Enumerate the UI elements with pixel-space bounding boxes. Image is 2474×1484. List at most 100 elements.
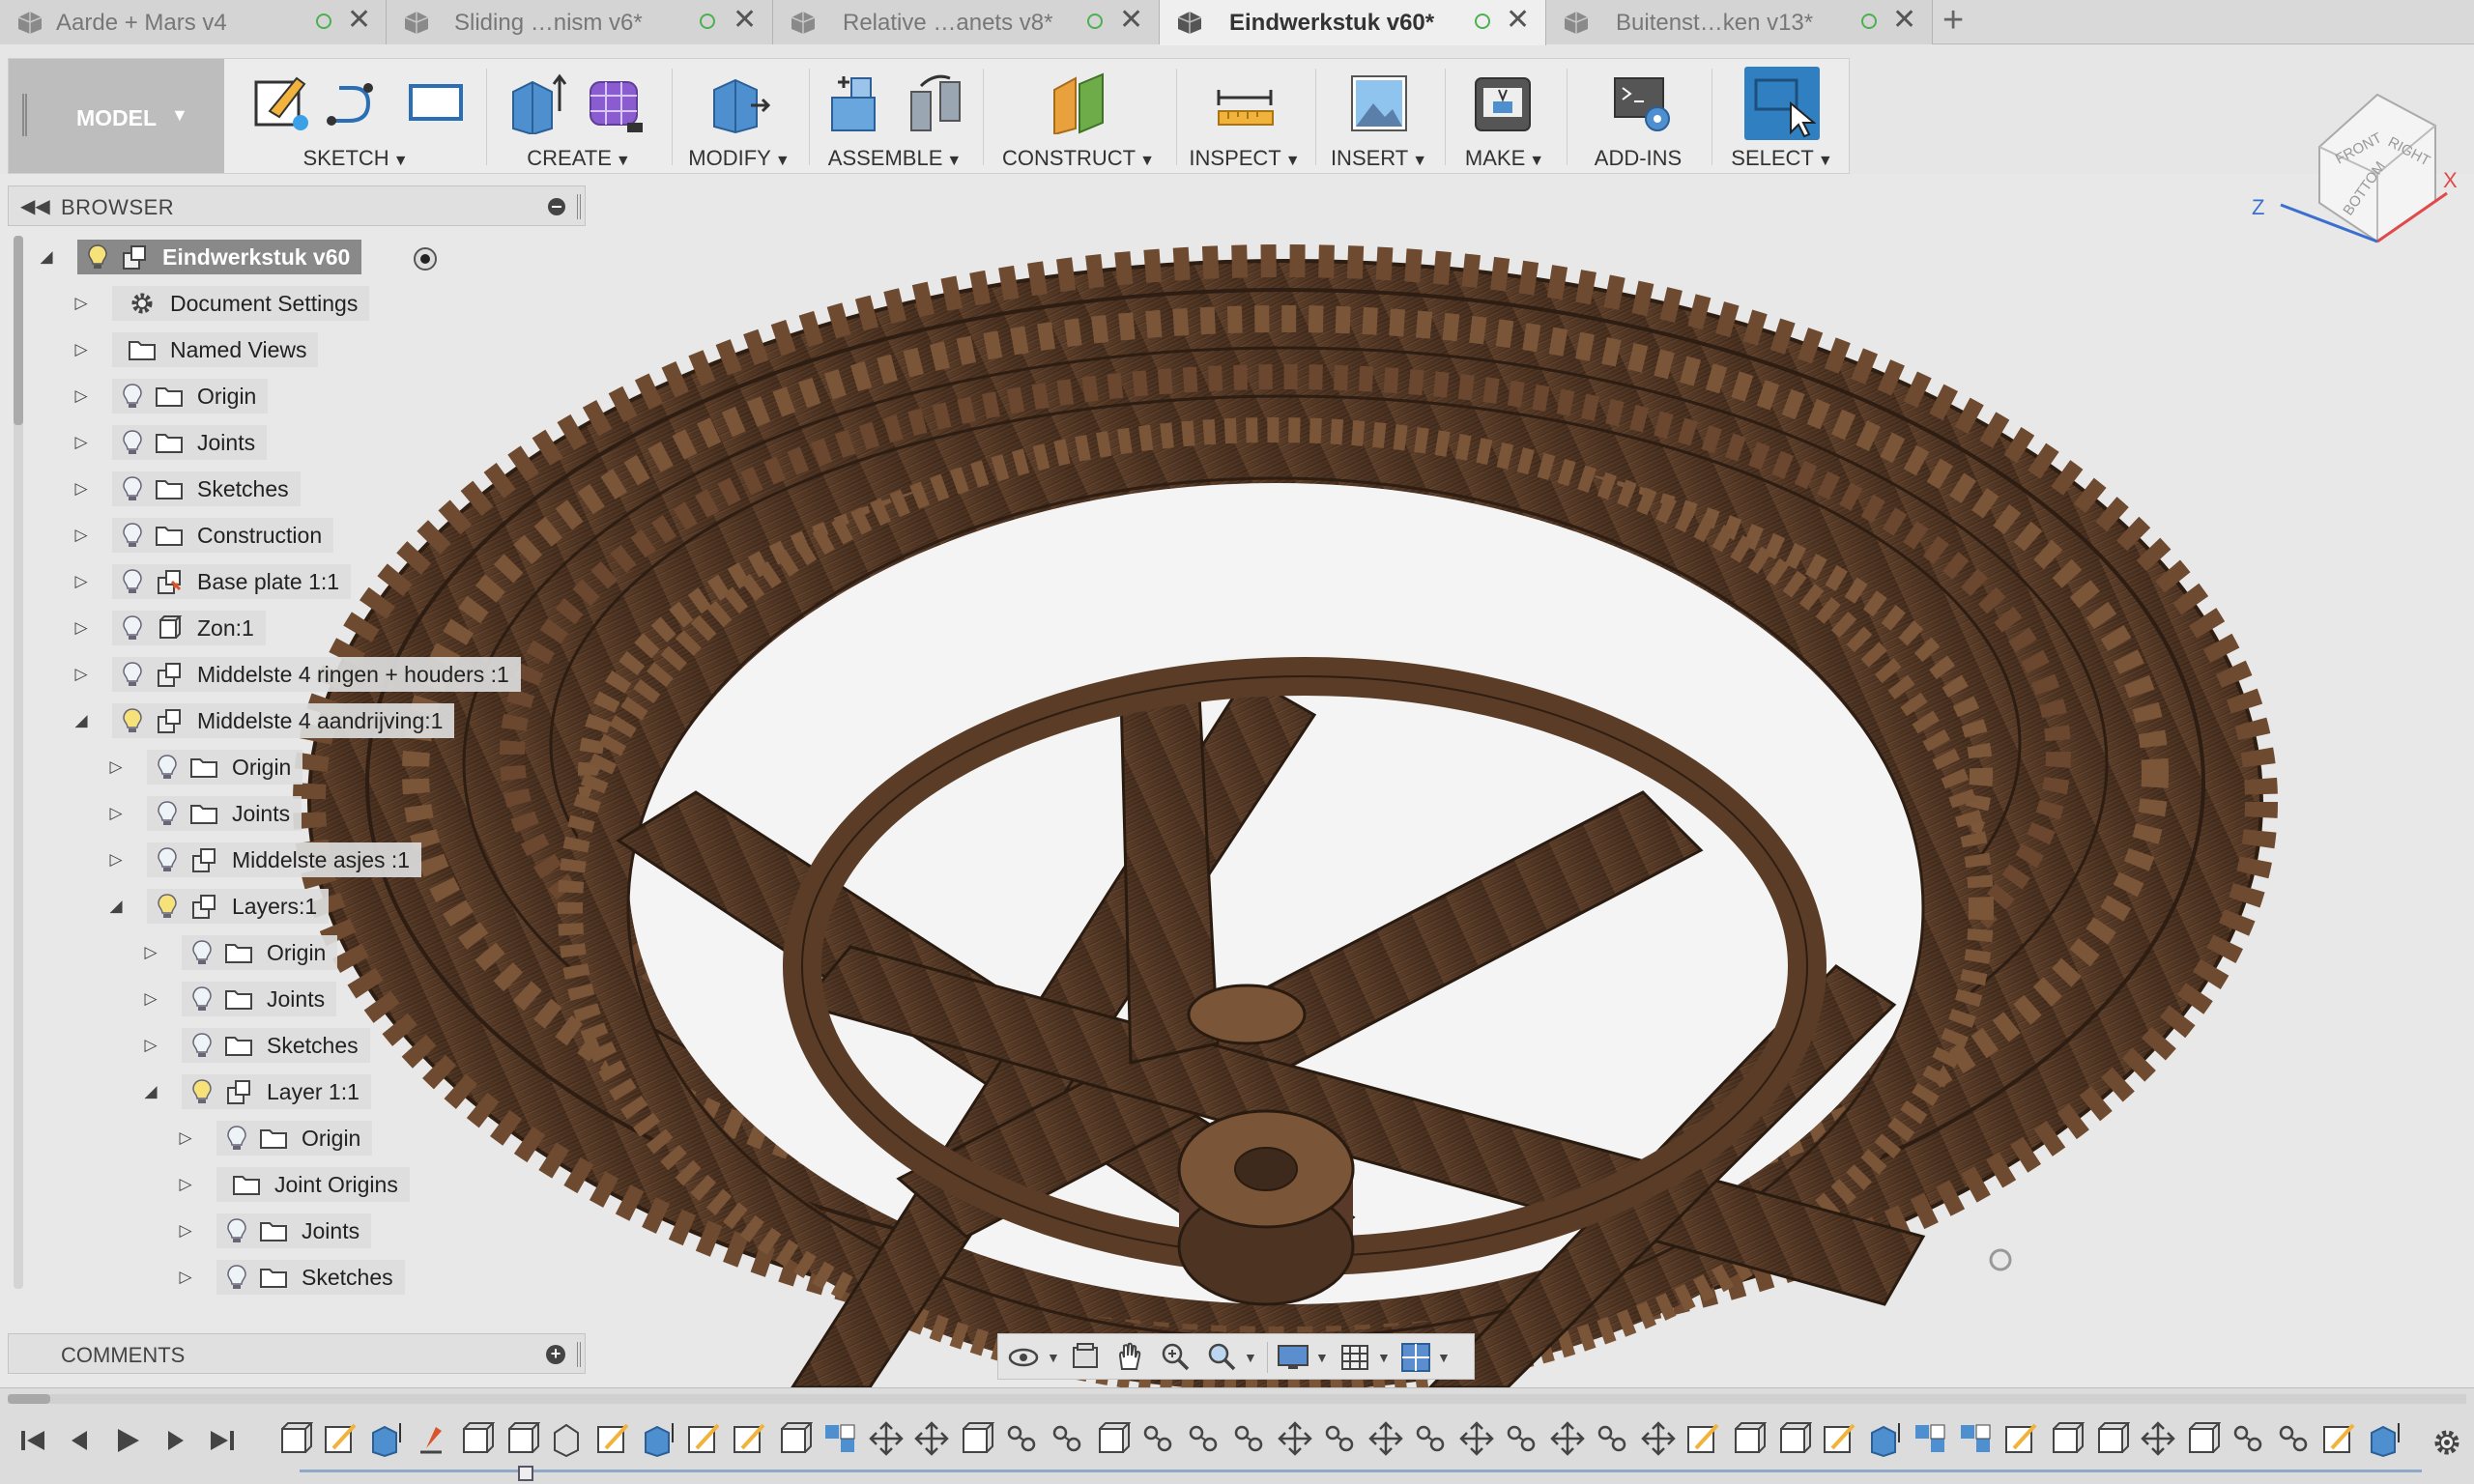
collapse-triangle-icon[interactable]: ◢ bbox=[106, 897, 126, 916]
look-at-icon[interactable] bbox=[1066, 1340, 1105, 1375]
tree-node-row[interactable]: Joints bbox=[147, 796, 302, 831]
new-component-icon[interactable] bbox=[828, 72, 890, 134]
expand-triangle-icon[interactable]: ▷ bbox=[72, 433, 91, 452]
tree-node[interactable]: ◢ Layer 1:1 bbox=[27, 1072, 607, 1111]
timeline-feature-joint-icon[interactable] bbox=[1003, 1419, 1040, 1458]
expand-triangle-icon[interactable]: ▷ bbox=[72, 665, 91, 684]
measure-icon[interactable] bbox=[1215, 72, 1277, 134]
expand-triangle-icon[interactable]: ▷ bbox=[106, 804, 126, 823]
scrollbar-thumb[interactable] bbox=[14, 236, 23, 425]
timeline-feature-joint-icon[interactable] bbox=[1230, 1419, 1267, 1458]
timeline-feature-move-icon[interactable] bbox=[1457, 1419, 1494, 1458]
visibility-bulb-icon[interactable] bbox=[122, 475, 143, 502]
tree-node[interactable]: ▷ Base plate 1:1 bbox=[27, 562, 607, 601]
timeline-feature-body-icon[interactable] bbox=[776, 1419, 813, 1458]
go-to-end-icon[interactable] bbox=[205, 1421, 240, 1460]
close-tab-icon[interactable]: ✕ bbox=[1506, 6, 1530, 35]
horizontal-scrollbar[interactable] bbox=[8, 1394, 2466, 1404]
tree-root-node[interactable]: ◢ Eindwerkstuk v60 bbox=[27, 238, 607, 276]
timeline-feature-pattern-icon[interactable] bbox=[1957, 1419, 1994, 1458]
display-settings-icon[interactable] bbox=[1275, 1340, 1313, 1375]
fit-zoom-icon[interactable] bbox=[1203, 1340, 1242, 1375]
visibility-bulb-icon[interactable] bbox=[122, 568, 143, 595]
tree-node[interactable]: ▷ Joints bbox=[27, 794, 607, 833]
step-back-icon[interactable] bbox=[62, 1421, 97, 1460]
tree-node[interactable]: ▷ Sketches bbox=[27, 1026, 607, 1065]
line-icon[interactable] bbox=[326, 72, 384, 134]
tree-node-row[interactable]: Middelste asjes :1 bbox=[147, 842, 422, 877]
close-tab-icon[interactable]: ✕ bbox=[733, 6, 757, 35]
timeline-feature-body-icon[interactable] bbox=[2048, 1419, 2085, 1458]
panel-resize-handle[interactable] bbox=[577, 194, 581, 219]
select-cursor-icon[interactable] bbox=[1748, 71, 1816, 138]
expand-triangle-icon[interactable]: ▷ bbox=[72, 479, 91, 499]
panel-resize-handle[interactable] bbox=[577, 1342, 581, 1367]
expand-triangle-icon[interactable]: ◢ bbox=[37, 247, 56, 267]
chevron-down-icon[interactable]: ▼ bbox=[1437, 1350, 1451, 1365]
timeline-feature-move-icon[interactable] bbox=[1548, 1419, 1585, 1458]
expand-triangle-icon[interactable]: ▷ bbox=[106, 757, 126, 777]
visibility-bulb-icon[interactable] bbox=[191, 985, 213, 1013]
chevron-down-icon[interactable]: ▼ bbox=[1047, 1350, 1060, 1365]
expand-triangle-icon[interactable]: ▷ bbox=[141, 989, 160, 1009]
chevron-down-icon[interactable]: ▼ bbox=[1377, 1350, 1391, 1365]
visibility-bulb-icon[interactable] bbox=[191, 939, 213, 966]
comments-panel-header[interactable]: COMMENTS + bbox=[8, 1333, 586, 1374]
insert-image-icon[interactable] bbox=[1348, 72, 1410, 134]
tree-node-row[interactable]: Middelste 4 ringen + houders :1 bbox=[112, 657, 521, 692]
chevron-down-icon[interactable]: ▼ bbox=[1315, 1350, 1329, 1365]
timeline-feature-body-icon[interactable] bbox=[1730, 1419, 1767, 1458]
browser-panel-header[interactable]: ◀◀ BROWSER bbox=[8, 186, 586, 226]
go-to-start-icon[interactable] bbox=[15, 1421, 50, 1460]
tree-node[interactable]: ◢ Middelste 4 aandrijving:1 bbox=[27, 701, 607, 740]
expand-triangle-icon[interactable]: ▷ bbox=[72, 340, 91, 359]
timeline-marker[interactable] bbox=[518, 1466, 533, 1481]
timeline-feature-extrude-icon[interactable] bbox=[367, 1419, 404, 1458]
view-cube[interactable]: FRONT RIGHT BOTTOM X Z bbox=[2242, 87, 2464, 261]
timeline-feature-body-icon[interactable] bbox=[276, 1419, 313, 1458]
tree-node-row[interactable]: Joint Origins bbox=[216, 1167, 410, 1202]
tree-node[interactable]: ▷ Document Settings bbox=[27, 284, 607, 323]
visibility-bulb-icon[interactable] bbox=[226, 1125, 247, 1152]
tree-node[interactable]: ▷ Origin bbox=[27, 1119, 607, 1157]
tree-node-row[interactable]: Sketches bbox=[216, 1260, 405, 1295]
timeline-feature-joint-icon[interactable] bbox=[1321, 1419, 1358, 1458]
tree-node[interactable]: ▷ Origin bbox=[27, 748, 607, 786]
tree-node[interactable]: ▷ Origin bbox=[27, 377, 607, 415]
expand-triangle-icon[interactable]: ▷ bbox=[106, 850, 126, 870]
timeline-feature-joint-icon[interactable] bbox=[1049, 1419, 1085, 1458]
collapse-triangle-icon[interactable]: ◢ bbox=[72, 711, 91, 730]
expand-triangle-icon[interactable]: ▷ bbox=[72, 572, 91, 591]
offset-plane-icon[interactable] bbox=[1049, 72, 1110, 134]
tree-node-row[interactable]: Middelste 4 aandrijving:1 bbox=[112, 703, 455, 738]
timeline-feature-joint-icon[interactable] bbox=[2229, 1419, 2266, 1458]
timeline-feature-sketch-icon[interactable] bbox=[2320, 1419, 2357, 1458]
minimize-panel-icon[interactable] bbox=[548, 198, 565, 215]
visibility-bulb-icon[interactable] bbox=[122, 383, 143, 410]
expand-triangle-icon[interactable]: ▷ bbox=[72, 618, 91, 638]
toolbar-group-select[interactable]: SELECT ▼ bbox=[1715, 59, 1849, 173]
tree-node[interactable]: ▷ Sketches bbox=[27, 1258, 607, 1297]
timeline-feature-pattern-icon[interactable] bbox=[1912, 1419, 1948, 1458]
timeline-feature-body-icon[interactable] bbox=[958, 1419, 994, 1458]
new-tab-button[interactable]: + bbox=[1942, 0, 1964, 41]
document-tab-active[interactable]: Eindwerkstuk v60* ✕ bbox=[1160, 0, 1546, 45]
timeline-feature-joint-icon[interactable] bbox=[1412, 1419, 1449, 1458]
visibility-bulb-icon[interactable] bbox=[226, 1264, 247, 1291]
timeline-feature-move-icon[interactable] bbox=[2139, 1419, 2175, 1458]
timeline-feature-move-icon[interactable] bbox=[912, 1419, 949, 1458]
timeline-feature-joint-icon[interactable] bbox=[2275, 1419, 2312, 1458]
tree-node-row[interactable]: Base plate 1:1 bbox=[112, 564, 352, 599]
tree-node-row[interactable]: Origin bbox=[216, 1121, 373, 1156]
document-tab[interactable]: Buitenst…ken v13* ✕ bbox=[1546, 0, 1933, 44]
visibility-bulb-icon[interactable] bbox=[157, 754, 178, 781]
timeline-feature-sketch-icon[interactable] bbox=[322, 1419, 359, 1458]
expand-triangle-icon[interactable]: ▷ bbox=[176, 1128, 195, 1148]
step-forward-icon[interactable] bbox=[158, 1421, 193, 1460]
timeline-feature-joint-icon[interactable] bbox=[1139, 1419, 1176, 1458]
tree-node-row[interactable]: Origin bbox=[147, 750, 303, 785]
play-icon[interactable] bbox=[110, 1421, 145, 1460]
visibility-bulb-icon[interactable] bbox=[87, 243, 108, 271]
document-tab[interactable]: Relative …anets v8* ✕ bbox=[773, 0, 1160, 44]
timeline-feature-extrude-icon[interactable] bbox=[2366, 1419, 2402, 1458]
